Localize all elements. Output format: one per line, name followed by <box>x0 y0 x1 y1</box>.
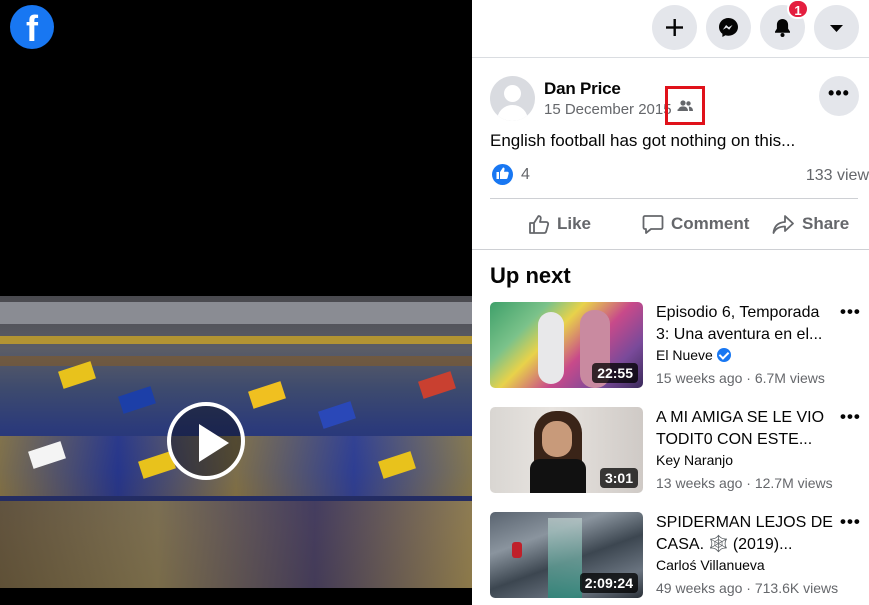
messenger-icon <box>719 18 738 37</box>
video-title[interactable]: A MI AMIGA SE LE VIO TODIT0 CON ESTE... <box>656 407 836 451</box>
facebook-logo[interactable]: f <box>10 5 54 49</box>
share-icon <box>772 214 794 234</box>
post-actions: Like Comment Share <box>490 206 860 242</box>
bell-icon <box>775 19 790 37</box>
audience-selector[interactable] <box>665 86 705 125</box>
play-button[interactable] <box>167 402 245 480</box>
video-duration: 3:01 <box>599 468 638 488</box>
post-date[interactable]: 15 December 2015 · <box>544 101 681 118</box>
thumbnail-building <box>548 518 582 598</box>
video-thumbnail[interactable]: 22:55 <box>490 302 643 388</box>
thumbs-up-icon <box>496 167 509 179</box>
video-frame[interactable] <box>0 296 472 588</box>
flag <box>318 401 356 429</box>
reactions-count[interactable]: 4 <box>521 166 530 184</box>
avatar-head <box>504 85 521 102</box>
account-menu-button[interactable] <box>814 5 859 50</box>
avatar-body <box>497 105 528 121</box>
video-options-button[interactable]: ••• <box>840 407 861 427</box>
channel-name[interactable]: Carloś Villanueva <box>656 557 765 573</box>
channel-name[interactable]: Key Naranjo <box>656 452 733 468</box>
video-duration: 22:55 <box>592 363 638 383</box>
avatar[interactable] <box>490 76 535 121</box>
post-caption: English football has got nothing on this… <box>490 131 796 150</box>
flag <box>418 371 456 399</box>
up-next-item[interactable]: 22:55 Episodio 6, Temporada 3: Una avent… <box>490 302 865 390</box>
like-outline-icon <box>529 214 550 234</box>
flag <box>248 381 286 409</box>
video-options-button[interactable]: ••• <box>840 512 861 532</box>
play-icon <box>199 424 229 462</box>
like-reaction-icon[interactable] <box>492 164 513 185</box>
share-button[interactable]: Share <box>772 206 849 242</box>
friends-icon <box>678 100 693 111</box>
view-count: 133 views <box>805 167 869 184</box>
create-button[interactable] <box>652 5 697 50</box>
share-label: Share <box>802 214 850 233</box>
up-next-item[interactable]: 2:09:24 SPIDERMAN LEJOS DE CASA. 🕸️ (201… <box>490 512 865 600</box>
caret-down-icon <box>830 25 843 32</box>
comment-button[interactable]: Comment <box>642 206 749 242</box>
top-navigation: 1 <box>472 0 869 58</box>
comment-icon <box>642 214 664 234</box>
facebook-video-page: f 1 Dan Price 15 December 2015 · ••• Eng… <box>0 0 869 605</box>
verified-badge-icon <box>716 348 731 362</box>
post-side-panel: 1 Dan Price 15 December 2015 · ••• Engli… <box>472 0 869 605</box>
crowd-front <box>0 501 472 588</box>
stand-rail <box>0 356 472 366</box>
up-next-heading: Up next <box>490 263 571 288</box>
video-thumbnail[interactable]: 2:09:24 <box>490 512 643 598</box>
video-duration: 2:09:24 <box>579 573 638 593</box>
plus-icon <box>666 19 683 36</box>
video-title[interactable]: SPIDERMAN LEJOS DE CASA. 🕸️ (2019)... <box>656 512 836 556</box>
channel-name[interactable]: El Nueve <box>656 347 731 363</box>
messenger-button[interactable] <box>706 5 751 50</box>
notifications-button[interactable]: 1 <box>760 0 809 50</box>
comment-label: Comment <box>671 214 750 233</box>
video-meta: 15 weeks ago · 6.7M views <box>656 370 825 386</box>
more-icon: ••• <box>828 83 850 103</box>
stand-banner <box>0 336 472 344</box>
thumbnail-figure <box>538 312 564 384</box>
ceiling <box>0 302 472 324</box>
like-button[interactable]: Like <box>528 206 591 242</box>
up-next-item[interactable]: 3:01 A MI AMIGA SE LE VIO TODIT0 CON EST… <box>490 407 865 495</box>
video-player[interactable]: f <box>0 0 472 605</box>
divider <box>490 198 858 199</box>
flag <box>118 386 156 414</box>
thumbnail-figure <box>512 542 522 558</box>
video-meta: 49 weeks ago · 713.6K views <box>656 580 839 596</box>
section-divider <box>472 249 869 250</box>
video-meta: 13 weeks ago · 12.7M views <box>656 475 833 491</box>
post-author[interactable]: Dan Price <box>544 79 621 99</box>
like-label: Like <box>557 214 592 233</box>
video-title[interactable]: Episodio 6, Temporada 3: Una aventura en… <box>656 302 836 346</box>
video-options-button[interactable]: ••• <box>840 302 861 322</box>
post-options-button[interactable]: ••• <box>819 76 859 116</box>
thumbnail-face <box>542 421 572 457</box>
notification-badge: 1 <box>787 0 809 19</box>
channel-label: El Nueve <box>656 347 713 363</box>
video-thumbnail[interactable]: 3:01 <box>490 407 643 493</box>
thumbnail-clothing <box>530 459 586 493</box>
